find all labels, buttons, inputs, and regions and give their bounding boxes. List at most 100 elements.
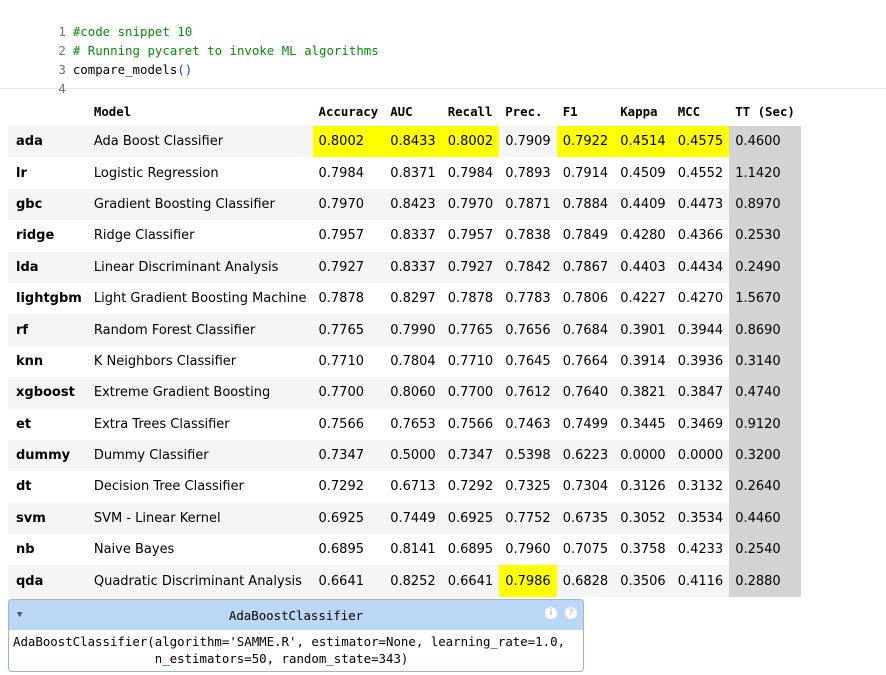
model-name-cell: Light Gradient Boosting Machine (87, 282, 313, 315)
training-time-cell: 0.4600 (729, 126, 801, 158)
metric-cell: 0.3052 (614, 502, 672, 535)
code-cell[interactable]: 1 #code snippet 10 2 # Running pycaret to … (0, 0, 886, 96)
metric-cell: 0.4552 (671, 157, 730, 189)
metric-cell: 0.6895 (312, 534, 385, 566)
table-row: qda Quadratic Discriminant Analysis 0.6641… (8, 565, 801, 597)
training-time-cell: 0.8690 (729, 314, 801, 346)
metric-cell: 0.7970 (312, 188, 385, 221)
table-row: ada Ada Boost Classifier 0.8002 0.8433 0.800… (8, 126, 801, 158)
metric-cell: 0.4434 (671, 251, 730, 283)
metric-cell: 0.4116 (671, 565, 730, 597)
code-line-1: 1 #code snippet 10 (0, 3, 192, 39)
metric-cell: 0.3914 (614, 345, 672, 378)
metric-cell: 0.3944 (671, 314, 730, 346)
column-header: Kappa (620, 103, 658, 119)
row-index: qda (8, 565, 88, 597)
metric-cell: 0.6925 (441, 502, 500, 535)
model-name-cell: Ada Boost Classifier (87, 126, 313, 158)
metric-cell: 0.0000 (671, 439, 730, 472)
metric-cell: 0.4233 (671, 534, 730, 566)
model-name-cell: Logistic Regression (87, 157, 313, 189)
code-line-4: 4 (0, 60, 73, 96)
metric-cell: 0.3126 (614, 471, 672, 503)
metric-cell: 0.7664 (556, 345, 615, 378)
estimator-repr-line: n_estimators=50, random_state=343) (13, 651, 409, 666)
table-row: lr Logistic Regression 0.7984 0.8371 0.7984 0… (8, 157, 801, 189)
metric-cell: 0.7325 (499, 471, 557, 503)
row-index: rf (8, 314, 88, 346)
table-header-row: Model Accuracy AUC Recall Prec. F1 Kappa MCC TT … (8, 96, 801, 126)
metric-cell: 0.7984 (312, 157, 385, 189)
table-row: rf Random Forest Classifier 0.7765 0.7990 0.… (8, 314, 801, 346)
table-row: ridge Ridge Classifier 0.7957 0.8337 0.7957 0… (8, 220, 801, 252)
metric-cell: 0.8371 (384, 157, 442, 189)
metric-cell: 0.0000 (614, 439, 672, 472)
model-name-cell: SVM - Linear Kernel (87, 502, 313, 535)
column-header: MCC (677, 103, 701, 119)
row-index: nb (8, 534, 88, 566)
metric-cell: 0.8297 (384, 282, 442, 315)
help-icon[interactable]: ? (565, 607, 577, 619)
estimator-header[interactable]: ▼ AdaBoostClassifier i ? (9, 600, 583, 630)
metric-cell: 0.7566 (441, 408, 500, 440)
metric-cell: 0.7304 (556, 471, 615, 503)
metric-cell: 0.6713 (384, 471, 442, 503)
metric-cell: 0.7960 (499, 534, 557, 566)
training-time-cell: 0.3200 (729, 439, 801, 472)
model-name-cell: Extra Trees Classifier (87, 408, 313, 440)
column-header: AUC (390, 103, 413, 119)
metric-cell: 0.3936 (671, 345, 730, 378)
estimator-widget: ▼ AdaBoostClassifier i ? AdaBoostClassif… (8, 599, 584, 672)
metric-cell: 0.6895 (441, 534, 500, 566)
metric-cell: 0.8141 (384, 534, 442, 566)
metric-cell: 0.7842 (499, 251, 557, 283)
metric-cell: 0.7700 (312, 377, 385, 409)
training-time-cell: 0.2640 (729, 471, 801, 503)
metric-cell: 0.8423 (384, 188, 442, 221)
metric-cell: 0.6735 (556, 502, 615, 535)
model-name-cell: Quadratic Discriminant Analysis (87, 565, 313, 597)
metric-cell: 0.7867 (556, 251, 615, 283)
info-icon[interactable]: i (545, 607, 557, 619)
metric-cell: 0.7909 (499, 126, 557, 158)
metric-cell: 0.8002 (312, 126, 385, 158)
metric-cell: 0.8252 (384, 565, 442, 597)
metric-cell: 0.7449 (384, 502, 442, 535)
metric-cell: 0.7914 (556, 157, 615, 189)
metric-cell: 0.7849 (556, 220, 615, 252)
column-header: Accuracy (318, 103, 379, 119)
metric-cell: 0.7656 (499, 314, 557, 346)
metric-cell: 0.7806 (556, 282, 615, 315)
metric-cell: 0.6925 (312, 502, 385, 535)
metric-cell: 0.7499 (556, 408, 615, 440)
metric-cell: 0.7838 (499, 220, 557, 252)
metric-cell: 0.7957 (441, 220, 500, 252)
metric-cell: 0.7640 (556, 377, 615, 409)
model-name-cell: Dummy Classifier (87, 439, 313, 472)
column-header: F1 (562, 103, 578, 119)
metric-cell: 0.5000 (384, 439, 442, 472)
table-row: gbc Gradient Boosting Classifier 0.7970 0.8… (8, 188, 801, 221)
metric-cell: 0.7684 (556, 314, 615, 346)
metric-cell: 0.4227 (614, 282, 672, 315)
column-header: Recall (447, 103, 493, 119)
model-name-cell: Linear Discriminant Analysis (87, 251, 313, 283)
metric-cell: 0.7463 (499, 408, 557, 440)
metric-cell: 0.4509 (614, 157, 672, 189)
table-row: lightgbm Light Gradient Boosting Machine 0… (8, 282, 801, 315)
row-index: dt (8, 471, 88, 503)
row-index: knn (8, 345, 88, 378)
model-name-cell: K Neighbors Classifier (87, 345, 313, 378)
metric-cell: 0.7347 (441, 439, 500, 472)
training-time-cell: 0.3140 (729, 345, 801, 378)
metric-cell: 0.4403 (614, 251, 672, 283)
metric-cell: 0.7927 (312, 251, 385, 283)
metric-cell: 0.3847 (671, 377, 730, 409)
table-row: lda Linear Discriminant Analysis 0.7927 0.8… (8, 251, 801, 283)
row-index: ada (8, 126, 88, 158)
metric-cell: 0.7765 (441, 314, 500, 346)
training-time-cell: 1.1420 (729, 157, 801, 189)
row-index: lightgbm (8, 282, 88, 315)
metric-cell: 0.7957 (312, 220, 385, 252)
table-row: knn K Neighbors Classifier 0.7710 0.7804 0.7… (8, 345, 801, 378)
